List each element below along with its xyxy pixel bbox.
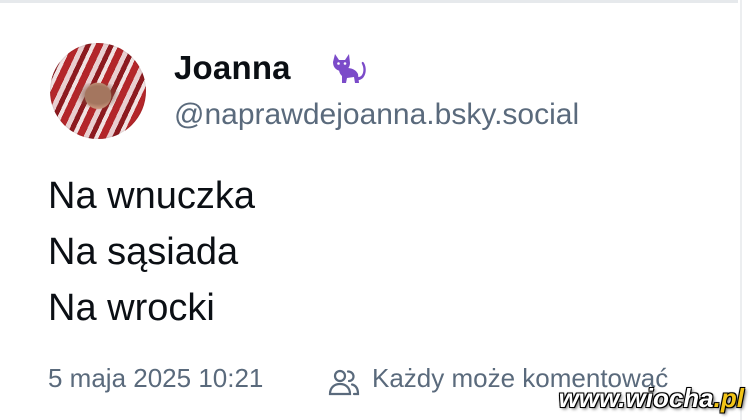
avatar[interactable] <box>50 43 146 139</box>
author-handle[interactable]: @naprawdejoanna.bsky.social <box>174 98 579 132</box>
watermark-suffix: .pl <box>713 383 744 413</box>
watermark: www.wiocha.pl <box>559 383 744 414</box>
cat-icon <box>333 54 366 83</box>
people-icon <box>328 369 360 396</box>
watermark-brand: wiocha <box>625 383 714 413</box>
watermark-prefix: www. <box>558 383 626 413</box>
post-text-line-2: Na sąsiada <box>48 231 239 273</box>
post-text-line-1: Na wnuczka <box>48 175 255 217</box>
post-timestamp[interactable]: 5 maja 2025 10:21 <box>48 363 263 394</box>
top-divider <box>0 0 738 3</box>
author-display-name[interactable]: Joanna <box>174 49 291 87</box>
post-text-line-3: Na wrocki <box>48 287 215 329</box>
right-divider <box>740 0 742 420</box>
